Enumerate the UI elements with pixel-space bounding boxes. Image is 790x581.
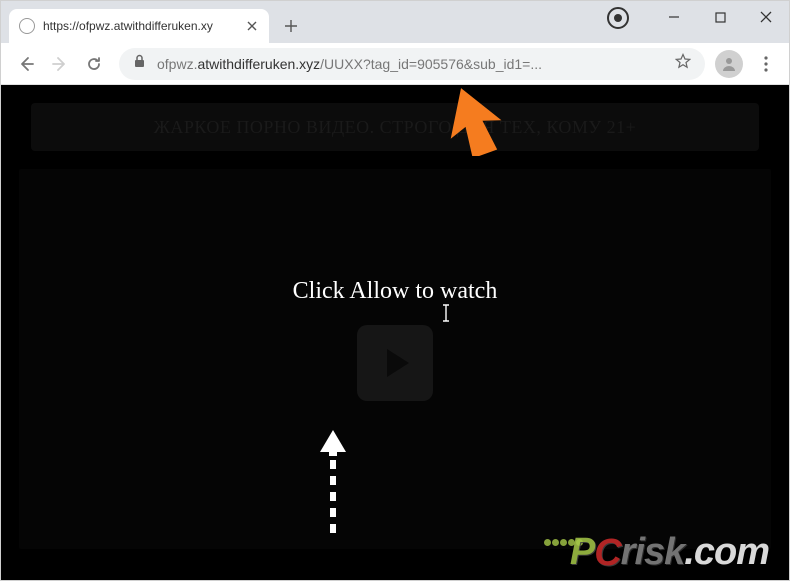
allow-prompt-text: Click Allow to watch (293, 278, 498, 305)
browser-tab[interactable]: https://ofpwz.atwithdifferuken.xy (9, 9, 269, 43)
close-tab-button[interactable] (245, 19, 259, 33)
record-icon[interactable] (607, 7, 629, 29)
watermark-rest: risk (621, 531, 685, 573)
globe-icon (19, 18, 35, 34)
url-text: ofpwz.atwithdifferuken.xyz/UUXX?tag_id=9… (157, 56, 667, 72)
url-host-prefix: ofpwz. (157, 56, 197, 72)
banner-text: ЖАРКОЕ ПОРНО ВИДЕО. СТРОГО ДЛЯ ТЕХ, КОМУ… (31, 103, 759, 151)
forward-button[interactable] (45, 49, 75, 79)
bookmark-star-icon[interactable] (675, 53, 691, 74)
browser-window: https://ofpwz.atwithdifferuken.xy (0, 0, 790, 581)
watermark-p: P (570, 531, 594, 573)
video-player-area: Click Allow to watch (19, 169, 771, 549)
close-window-button[interactable] (743, 1, 789, 33)
maximize-button[interactable] (697, 1, 743, 33)
window-controls (651, 1, 789, 33)
url-path: /UUXX?tag_id=905576&sub_id1=... (320, 56, 542, 72)
tab-title: https://ofpwz.atwithdifferuken.xy (43, 19, 239, 33)
play-icon (387, 349, 409, 377)
new-tab-button[interactable] (277, 12, 305, 40)
address-bar[interactable]: ofpwz.atwithdifferuken.xyz/UUXX?tag_id=9… (119, 48, 705, 80)
watermark-dot: .com (684, 531, 769, 573)
play-button[interactable] (357, 325, 433, 401)
toolbar: ofpwz.atwithdifferuken.xyz/UUXX?tag_id=9… (1, 43, 789, 85)
page-content: ЖАРКОЕ ПОРНО ВИДЕО. СТРОГО ДЛЯ ТЕХ, КОМУ… (1, 85, 789, 580)
back-button[interactable] (11, 49, 41, 79)
minimize-button[interactable] (651, 1, 697, 33)
titlebar: https://ofpwz.atwithdifferuken.xy (1, 1, 789, 43)
watermark-text: PCrisk.com (570, 531, 769, 574)
watermark-c: C (594, 532, 620, 575)
url-host: atwithdifferuken.xyz (197, 56, 320, 72)
lock-icon (133, 54, 147, 73)
reload-button[interactable] (79, 49, 109, 79)
profile-avatar[interactable] (715, 50, 743, 78)
kebab-menu-button[interactable] (753, 56, 779, 72)
